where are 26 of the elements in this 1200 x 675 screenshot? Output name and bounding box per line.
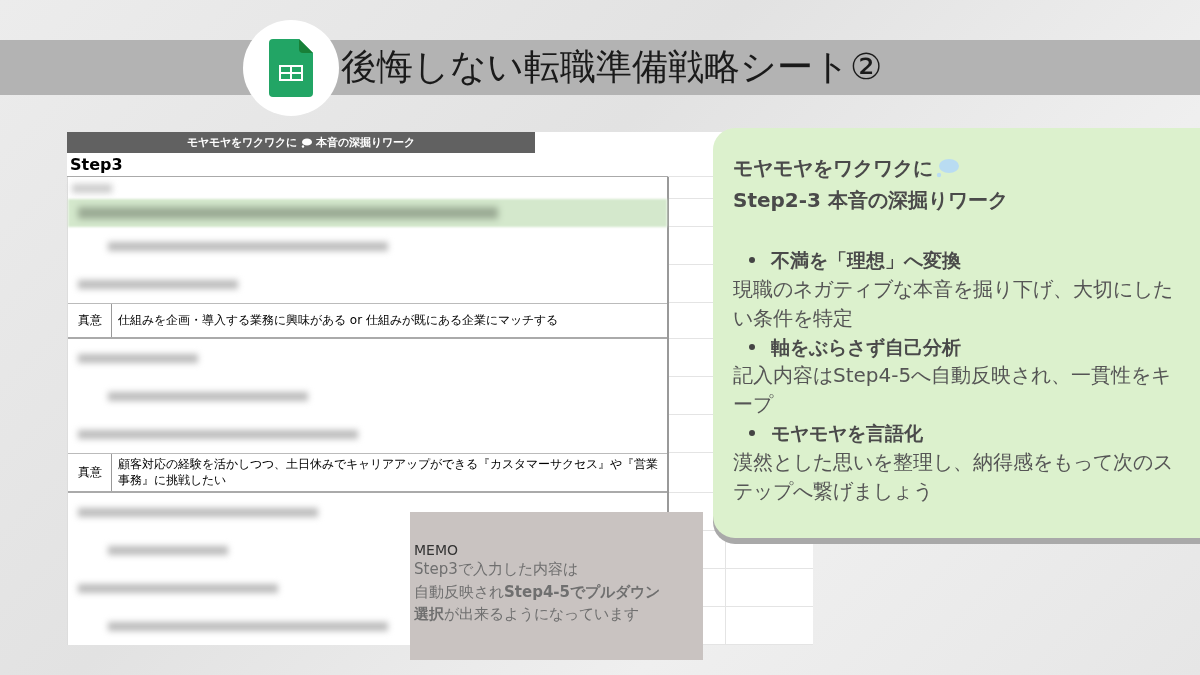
point-heading: モヤモヤを言語化 <box>771 421 923 446</box>
answer-text: 顧客対応の経験を活かしつつ、土日休みでキャリアアップができる『カスタマーサクセス』や『営業事務』に挑戦したい <box>117 455 659 489</box>
answer-text: 仕組みを企画・導入する業務に興味がある or 仕組みが既にある企業にマッチする <box>117 311 559 329</box>
point-heading: 軸をぶらさず自己分析 <box>771 334 961 360</box>
bullet-icon <box>749 430 755 437</box>
blurred-text <box>72 183 112 193</box>
answer-label: 真意 <box>68 304 112 337</box>
memo-text: 選択が出来るようになっています <box>414 604 640 625</box>
thought-bubble-icon <box>935 158 959 178</box>
point-text: 漠然とした思いを整理し、納得感をもって次のステップへ繋げましょう <box>733 448 1174 505</box>
memo-text: 自動反映されStep4-5でプルダウン <box>414 581 661 603</box>
step-label: Step3 <box>69 155 123 174</box>
card-title: Step2-3 本音の深掘りワーク <box>733 187 1008 214</box>
answer-label: 真意 <box>68 454 112 491</box>
card-title: モヤモヤをワクワクに <box>733 155 933 182</box>
bullet-icon <box>749 257 755 264</box>
header-text: モヤモヤをワクワクに <box>187 135 297 150</box>
slide-title: 後悔しない転職準備戦略シート② <box>341 45 883 89</box>
thought-bubble-icon <box>301 137 312 148</box>
header-text: 本音の深掘りワーク <box>316 135 415 150</box>
point-text: 現職のネガティブな本音を掘り下げ、大切にしたい条件を特定 <box>733 275 1174 332</box>
memo-text: Step3で入力した内容は <box>414 559 579 580</box>
point-text: 記入内容はStep4-5へ自動反映され、一貫性をキープ <box>733 362 1173 418</box>
memo-title: MEMO <box>414 542 460 558</box>
point-heading: 不満を「理想」へ変換 <box>771 248 961 273</box>
bullet-icon <box>749 343 755 350</box>
